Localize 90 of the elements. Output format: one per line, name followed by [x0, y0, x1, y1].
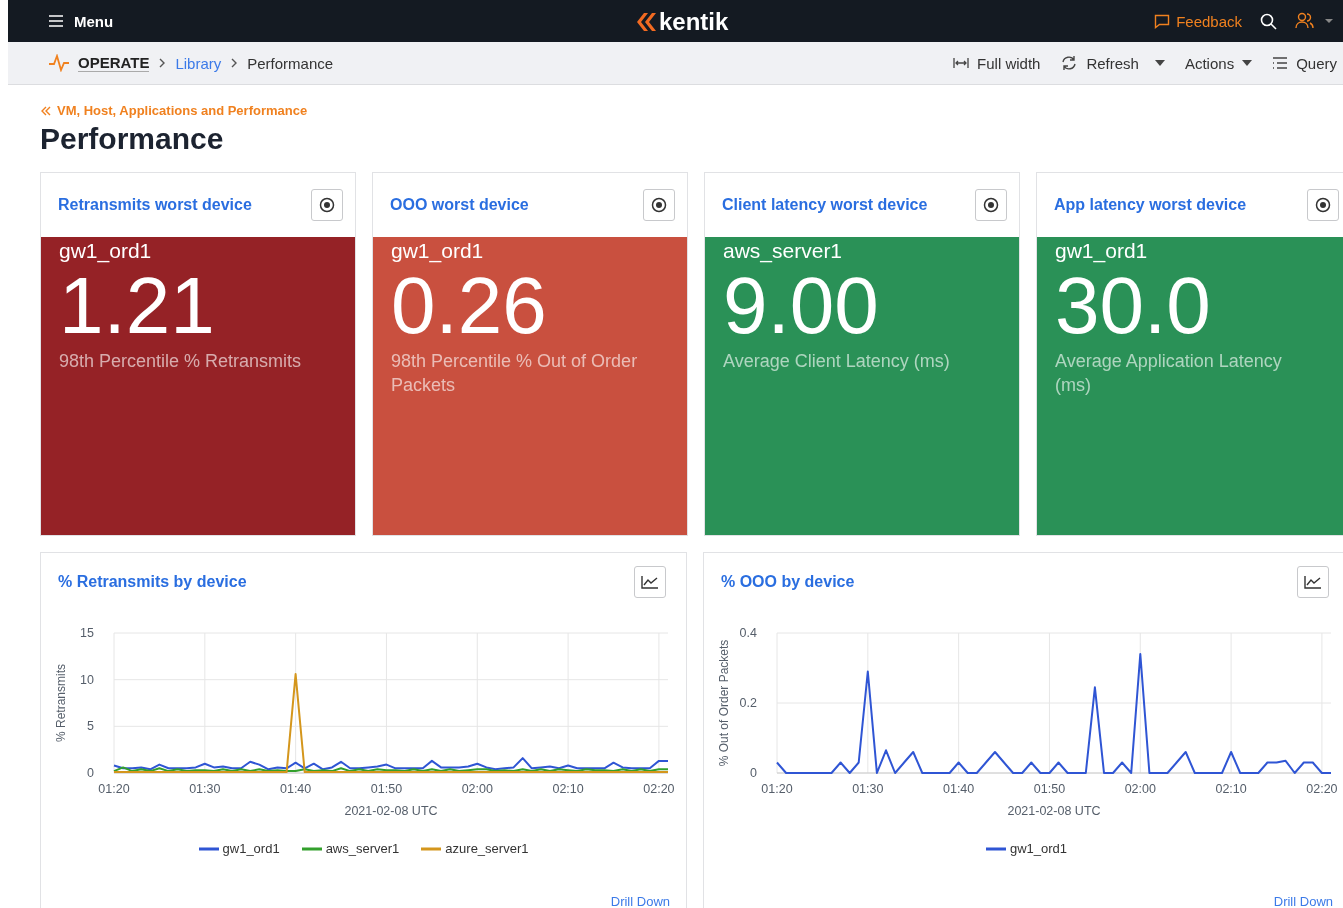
breadcrumb-link[interactable]: Library — [175, 54, 222, 72]
chat-icon — [1154, 13, 1171, 29]
x-tick-label: 02:20 — [1306, 782, 1338, 796]
target-button[interactable] — [1307, 189, 1339, 221]
logo[interactable]: kentik — [635, 8, 729, 36]
line-chart-icon — [1304, 575, 1322, 589]
card-title[interactable]: Client latency worst device — [722, 196, 928, 214]
x-tick-label: 01:50 — [1033, 782, 1066, 796]
x-tick-label: 01:40 — [280, 782, 312, 796]
y-tick-label: 5 — [87, 719, 94, 734]
device-name: gw1_ord1 — [1055, 239, 1148, 263]
x-tick-label: 01:20 — [761, 782, 793, 796]
x-axis-title: 2021-02-08 UTC — [1007, 804, 1101, 818]
device-name: aws_server1 — [723, 239, 843, 263]
x-tick-label: 02:20 — [643, 782, 675, 796]
logo-text: kentik — [659, 8, 729, 36]
y-tick-label: 10 — [80, 672, 94, 687]
logo-icon — [635, 12, 657, 32]
query-button[interactable]: Query — [1272, 54, 1337, 72]
y-tick-label: 0.2 — [739, 696, 757, 710]
x-tick-label: 01:30 — [189, 782, 221, 796]
legend-label: aws_server1 — [325, 841, 400, 856]
y-tick-label: 0 — [750, 766, 757, 780]
chart-title[interactable]: % OOO by device — [721, 573, 855, 591]
users-icon[interactable] — [1295, 12, 1335, 30]
menu-button[interactable]: Menu — [48, 12, 114, 30]
device-name: gw1_ord1 — [391, 239, 484, 263]
x-tick-label: 01:20 — [98, 782, 130, 796]
menu-icon — [48, 15, 64, 27]
y-axis-title: % Out of Order Packets — [717, 639, 731, 767]
x-tick-label: 02:10 — [1215, 782, 1247, 796]
search-icon[interactable] — [1260, 12, 1277, 30]
x-tick-label: 01:30 — [852, 782, 884, 796]
stat-caption: Average Client Latency (ms) — [723, 350, 950, 373]
stat-value: 1.21 — [59, 263, 215, 349]
legend-label: azure_server1 — [445, 841, 529, 856]
x-tick-label: 02:10 — [552, 782, 584, 796]
pulse-icon — [48, 54, 70, 72]
width-icon — [953, 57, 970, 69]
legend-swatch-icon — [421, 846, 442, 851]
chart-type-button[interactable] — [634, 566, 666, 598]
stat-caption: Average Application Latency (ms) — [1055, 350, 1283, 397]
x-tick-label: 02:00 — [461, 782, 493, 796]
legend-label: gw1_ord1 — [222, 841, 280, 856]
x-tick-label: 01:50 — [370, 782, 403, 796]
double-chevron-icon — [40, 105, 52, 116]
target-icon — [983, 197, 999, 213]
target-icon — [651, 197, 667, 213]
section-label: OPERATE — [78, 54, 150, 72]
caret-icon — [1242, 60, 1253, 66]
stat-value: 9.00 — [723, 263, 879, 349]
legend-label: gw1_ord1 — [1009, 841, 1068, 856]
drill-down-link[interactable]: Drill Down — [1273, 894, 1333, 908]
y-tick-label: 0 — [87, 766, 94, 780]
list-icon — [1272, 57, 1289, 69]
card-title[interactable]: App latency worst device — [1054, 196, 1247, 214]
target-icon — [1315, 197, 1331, 213]
legend-swatch-icon — [985, 846, 1006, 851]
card-title[interactable]: OOO worst device — [390, 196, 529, 214]
stat-value: 0.26 — [391, 263, 547, 349]
target-button[interactable] — [643, 189, 675, 221]
caret-icon[interactable] — [1154, 60, 1165, 66]
feedback-button[interactable]: Feedback — [1154, 12, 1242, 30]
device-name: gw1_ord1 — [59, 239, 152, 263]
refresh-button[interactable]: Refresh — [1060, 54, 1139, 72]
stat-caption: 98th Percentile % Retransmits — [59, 350, 302, 373]
drill-down-link[interactable]: Drill Down — [610, 894, 670, 908]
y-axis-title: % Retransmits — [54, 664, 68, 742]
page-title: Performance — [40, 122, 225, 156]
legend-swatch-icon — [301, 846, 322, 851]
legend-swatch-icon — [198, 846, 219, 851]
x-axis-title: 2021-02-08 UTC — [344, 804, 438, 818]
line-chart-icon — [641, 575, 659, 589]
card-title[interactable]: Retransmits worst device — [58, 196, 252, 214]
x-tick-label: 02:00 — [1124, 782, 1156, 796]
stat-value: 30.0 — [1055, 263, 1211, 349]
refresh-icon — [1060, 55, 1079, 71]
actions-button[interactable]: Actions — [1184, 54, 1253, 72]
stat-caption: 98th Percentile % Out of Order Packets — [391, 350, 639, 397]
width-button[interactable]: Full width — [953, 54, 1041, 72]
y-tick-label: 0.4 — [739, 626, 757, 640]
target-icon — [319, 197, 335, 213]
breadcrumb-current: Performance — [247, 54, 334, 72]
target-button[interactable] — [975, 189, 1007, 221]
x-tick-label: 01:40 — [943, 782, 975, 796]
y-tick-label: 15 — [80, 626, 94, 640]
target-button[interactable] — [311, 189, 343, 221]
chart-title[interactable]: % Retransmits by device — [58, 573, 247, 591]
chart-type-button[interactable] — [1297, 566, 1329, 598]
parent-link[interactable]: VM, Host, Applications and Performance — [40, 103, 1343, 118]
